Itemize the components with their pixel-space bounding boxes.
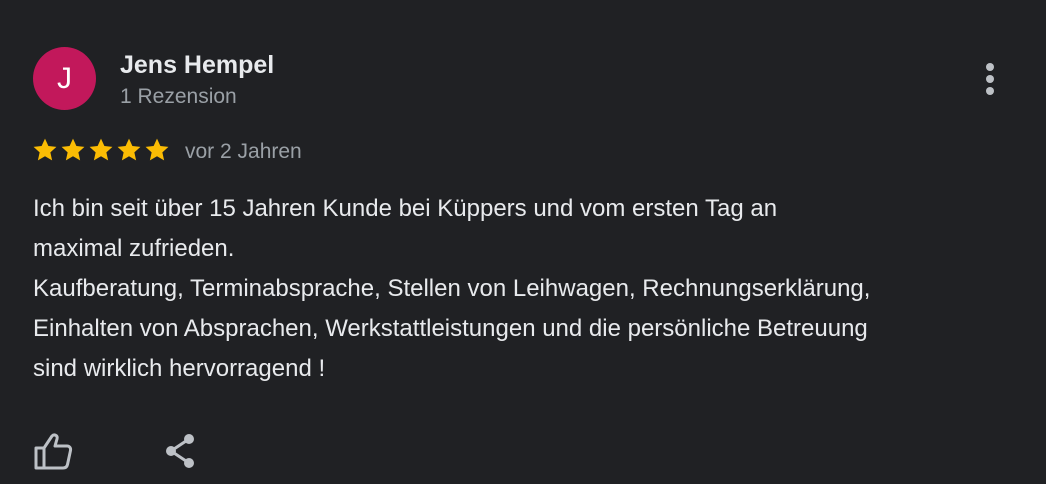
star-rating	[31, 136, 171, 166]
review-text-line: Ich bin seit über 15 Jahren Kunde bei Kü…	[33, 195, 778, 222]
like-button[interactable]	[33, 431, 73, 471]
star-icon	[33, 138, 57, 161]
review-text-line: Einhalten von Absprachen, Werkstattleist…	[33, 315, 868, 342]
star-icon	[145, 138, 169, 161]
more-options-button[interactable]	[976, 60, 1004, 100]
author-review-count[interactable]: 1 Rezension	[120, 84, 237, 110]
avatar[interactable]: J	[33, 47, 96, 110]
star-icon	[117, 138, 141, 161]
review-text-line: sind wirklich hervorragend !	[33, 355, 326, 382]
thumb-up-icon	[34, 433, 73, 470]
more-vert-icon	[986, 63, 994, 95]
review-card: J Jens Hempel 1 Rezension vor 2 Jahren I…	[0, 0, 1046, 484]
review-date: vor 2 Jahren	[185, 140, 302, 163]
review-text-line: maximal zufrieden.	[33, 235, 235, 262]
share-button[interactable]	[160, 431, 200, 471]
author-name[interactable]: Jens Hempel	[120, 50, 274, 80]
review-text: Ich bin seit über 15 Jahren Kunde bei Kü…	[33, 189, 1023, 389]
star-icon	[89, 138, 113, 161]
review-text-line: Kaufberatung, Terminabsprache, Stellen v…	[33, 275, 871, 302]
star-icon	[61, 138, 85, 161]
share-icon	[166, 434, 194, 468]
